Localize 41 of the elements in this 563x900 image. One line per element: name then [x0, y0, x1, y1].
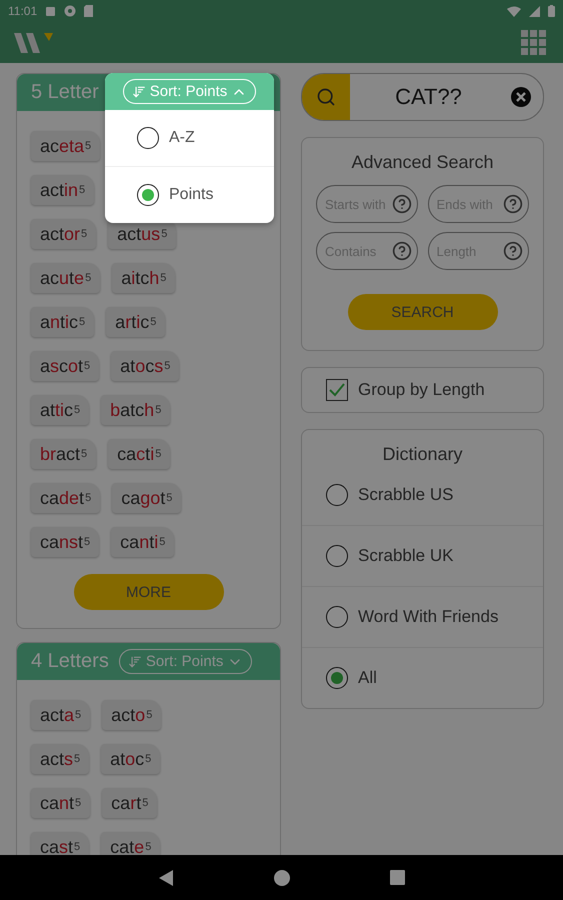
battery-icon [548, 5, 555, 17]
sort-icon [128, 654, 142, 668]
notification-icon [45, 6, 56, 16]
option-label: Word With Friends [358, 607, 498, 627]
more-button[interactable]: MORE [74, 574, 224, 610]
radio-button[interactable] [326, 606, 348, 628]
option-label: All [358, 668, 377, 688]
radio-button[interactable] [326, 484, 348, 506]
card-title: Advanced Search [351, 152, 494, 173]
help-icon[interactable] [503, 194, 523, 214]
close-icon [511, 87, 531, 107]
radio-button[interactable] [326, 545, 348, 567]
clock: 11:01 [8, 4, 38, 18]
help-icon[interactable] [503, 241, 523, 261]
section-title: 4 Letters [31, 650, 109, 673]
card-title: Dictionary [381, 444, 464, 465]
checkbox[interactable] [326, 379, 348, 401]
search-bar[interactable]: CAT?? [301, 73, 544, 121]
back-icon[interactable] [158, 868, 174, 886]
option-label: Points [169, 186, 214, 204]
sort-icon [132, 84, 146, 98]
option-label: Scrabble UK [358, 546, 454, 566]
option-label: A-Z [169, 129, 195, 147]
option-label: Scrabble US [358, 485, 454, 505]
search-submit-button[interactable]: SEARCH [348, 294, 498, 330]
search-field[interactable]: CAT?? [350, 83, 507, 111]
radio-button[interactable] [137, 127, 159, 149]
notification-icon [64, 5, 76, 17]
sd-card-icon [84, 5, 94, 17]
sort-button[interactable]: Sort: Points [122, 79, 256, 104]
radio-button[interactable] [137, 184, 159, 206]
help-icon[interactable] [392, 241, 412, 261]
search-button[interactable] [302, 74, 350, 120]
home-icon[interactable] [274, 870, 290, 886]
search-icon [316, 87, 336, 107]
radio-button[interactable] [326, 667, 348, 689]
help-icon[interactable] [392, 194, 412, 214]
section-title: 5 Letter [31, 81, 99, 104]
wifi-icon [507, 6, 521, 16]
checkbox-label: Group by Length [358, 380, 485, 400]
signal-icon [529, 6, 540, 16]
